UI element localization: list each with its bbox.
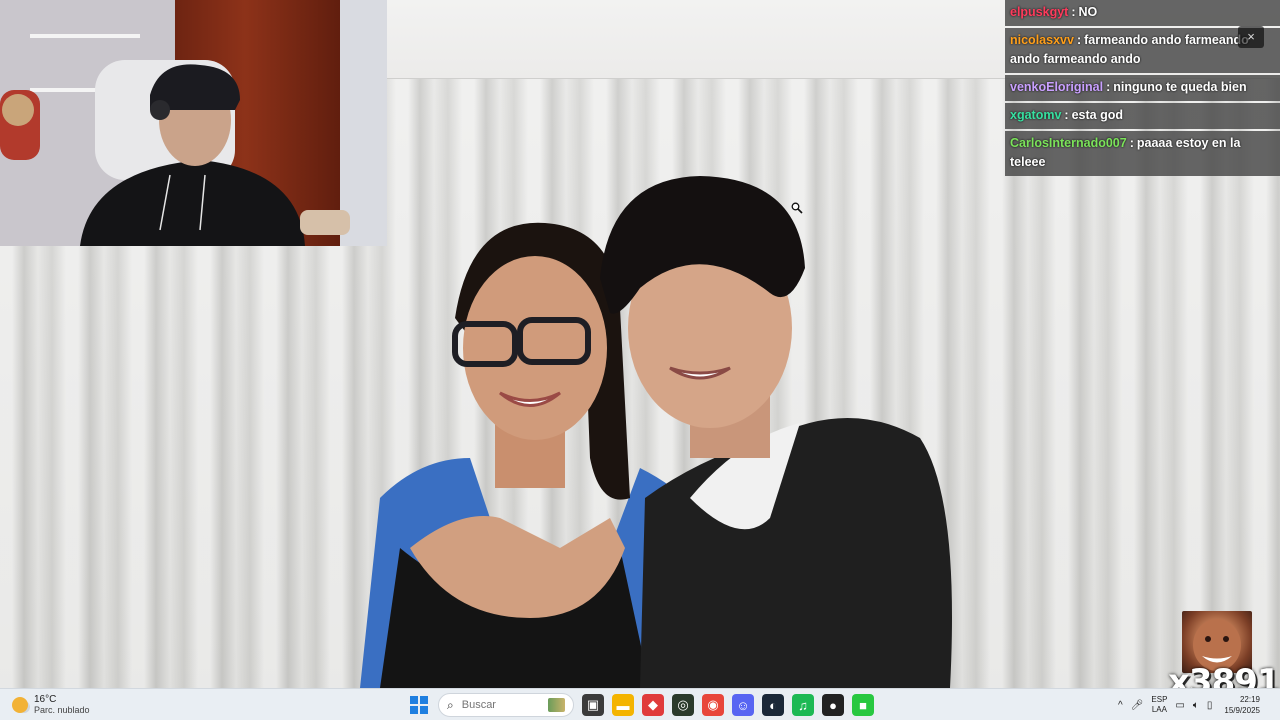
spotify-icon[interactable]: ♫ — [792, 694, 814, 716]
clock-time: 22:19 — [1239, 695, 1260, 704]
webcam-streamer-image — [0, 60, 350, 246]
app-green-icon[interactable]: ■ — [852, 694, 874, 716]
clock[interactable]: 22:19 15/9/2025 — [1224, 694, 1260, 716]
chat-text: esta god — [1071, 108, 1123, 122]
chat-separator: : — [1064, 108, 1069, 122]
weather-cloud-sun-icon — [12, 697, 28, 713]
weather-text: 16°C Parc. nublado — [34, 694, 90, 716]
chrome-icon[interactable]: ◉ — [702, 694, 724, 716]
screen: elpuskgyt: NO nicolasxvv: farmeando ando fa… — [0, 0, 1280, 720]
close-icon[interactable]: × — [1238, 26, 1264, 48]
task-view-icon[interactable]: ▣ — [582, 694, 604, 716]
discord-icon[interactable]: ☺ — [732, 694, 754, 716]
search-icon: ⌕ — [447, 697, 454, 712]
zoom-cursor-icon — [791, 202, 803, 214]
chat-separator: : — [1071, 5, 1076, 19]
chat-username[interactable]: CarlosInternado007 — [1010, 136, 1127, 150]
microphone-icon[interactable]: 🎤︎ — [1131, 700, 1144, 711]
taskbar: 16°C Parc. nublado ⌕ ▣ ▬ ◆ ◎ ◉ ☺ ◐ ♫ ● ■ ^ 🎤︎ ESP… — [0, 688, 1280, 720]
taskbar-center: ⌕ ▣ ▬ ◆ ◎ ◉ ☺ ◐ ♫ ● ■ — [408, 692, 874, 718]
app-red-icon[interactable]: ◆ — [642, 694, 664, 716]
chat-username[interactable]: xgatomv — [1010, 108, 1061, 122]
chat-text: NO — [1078, 5, 1098, 19]
chat-message: CarlosInternado007: paaaa estoy en la tel… — [1005, 131, 1280, 176]
chat-message: xgatomv: esta god — [1005, 103, 1280, 129]
chat-username[interactable]: nicolasxvv — [1010, 33, 1074, 47]
chat-separator: : — [1076, 33, 1082, 47]
steam-icon[interactable]: ◐ — [762, 694, 784, 716]
chat-username[interactable]: elpuskgyt — [1010, 5, 1068, 19]
taskbar-search[interactable]: ⌕ — [438, 693, 574, 717]
windows-start-icon[interactable] — [408, 694, 430, 716]
weather-widget[interactable]: 16°C Parc. nublado — [12, 694, 90, 716]
weather-temp: 16°C — [34, 694, 57, 705]
webcam-overlay — [0, 0, 387, 246]
weather-desc: Parc. nublado — [34, 705, 90, 715]
file-explorer-icon[interactable]: ▬ — [612, 694, 634, 716]
search-highlight-image — [547, 698, 565, 712]
language-indicator[interactable]: ESP LAA — [1151, 695, 1167, 715]
chat-username[interactable]: venkoEloriginal — [1010, 80, 1103, 94]
clock-date: 15/9/2025 — [1224, 706, 1260, 715]
taskbar-apps: ▣ ▬ ◆ ◎ ◉ ☺ ◐ ♫ ● ■ — [582, 694, 874, 716]
chat-separator: : — [1129, 136, 1134, 150]
chat-message: elpuskgyt: NO — [1005, 0, 1280, 26]
search-input[interactable] — [459, 698, 544, 712]
chat-separator: : — [1106, 80, 1111, 94]
system-tray: ^ 🎤︎ ESP LAA ▭ 🔈︎ ▯ 22:19 15/9/2025 — [1118, 692, 1260, 718]
app-black-icon[interactable]: ● — [822, 694, 844, 716]
chat-message: venkoEloriginal: ninguno te queda bien — [1005, 75, 1280, 101]
chevron-up-icon[interactable]: ^ — [1118, 700, 1123, 711]
chat-text: ninguno te queda bien — [1113, 80, 1247, 94]
app-dark-circle-icon[interactable]: ◎ — [672, 694, 694, 716]
network-icon[interactable]: ▭ — [1175, 700, 1184, 711]
battery-icon[interactable]: ▯ — [1207, 700, 1213, 711]
volume-icon[interactable]: 🔈︎ — [1193, 700, 1199, 711]
